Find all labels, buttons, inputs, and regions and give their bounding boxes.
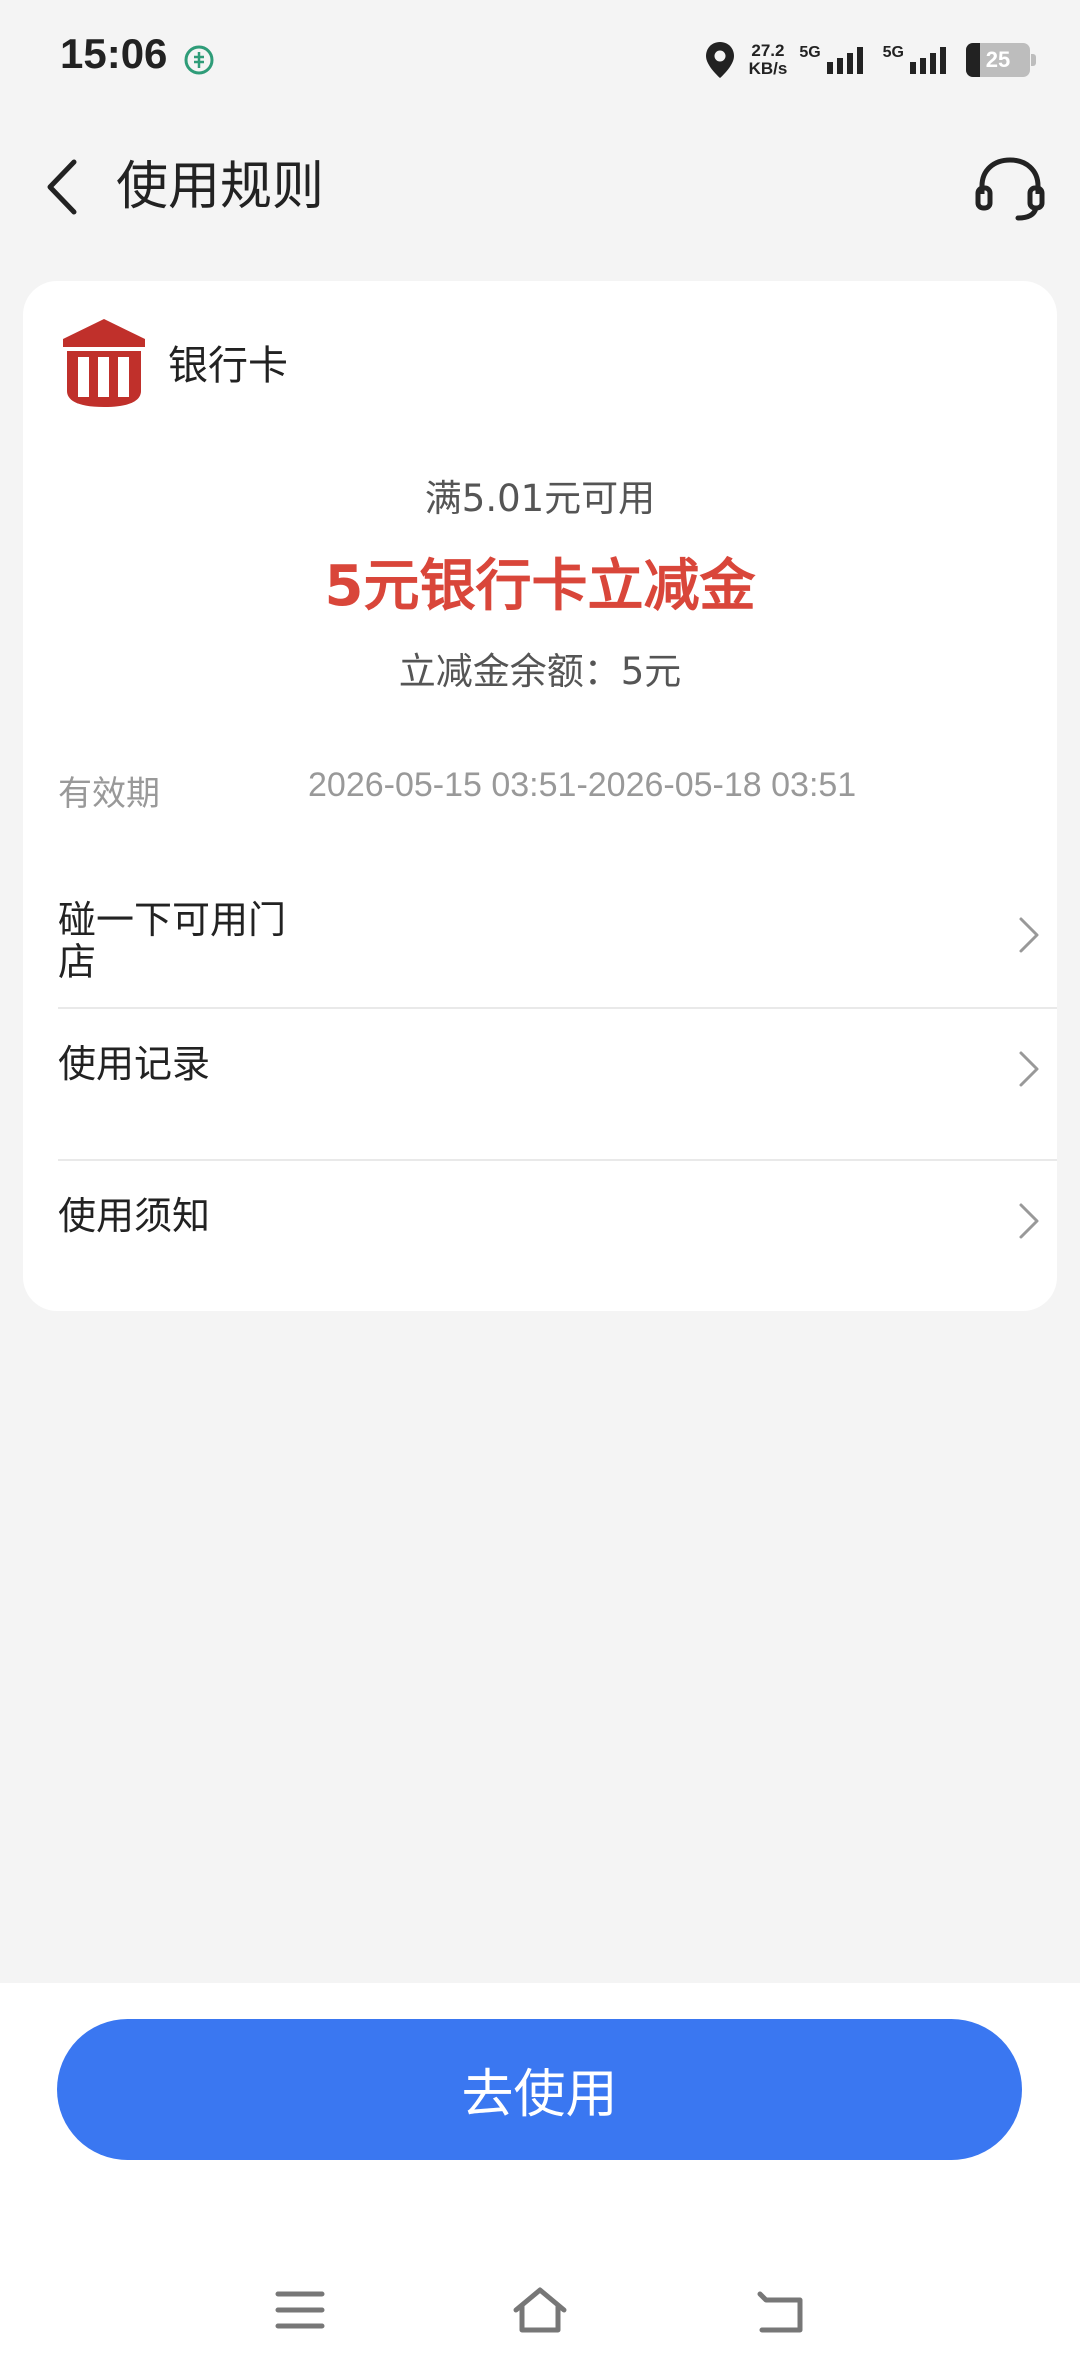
row-usage-notice[interactable]: 使用须知 — [58, 1175, 1057, 1275]
home-icon[interactable] — [510, 2280, 570, 2340]
row-label-line2: 店 — [58, 940, 97, 984]
chevron-right-icon — [1019, 917, 1039, 953]
coupon-title: 5元银行卡立减金 — [324, 554, 756, 619]
header: 使用规则 — [0, 130, 1080, 242]
chevron-right-icon — [1019, 1051, 1039, 1087]
page-title: 使用规则 — [116, 157, 325, 217]
status-bar: 15:06 27.2 KB/s 5G 5G 25 — [0, 0, 1080, 120]
go-use-button[interactable]: 去使用 — [57, 2019, 1022, 2160]
battery-icon: 25 — [966, 43, 1036, 77]
network-speed: 27.2 KB/s — [749, 42, 788, 78]
row-nearby-stores[interactable]: 碰一下可用门 店 — [58, 899, 1057, 999]
location-icon — [705, 42, 734, 78]
sim1-signal: 5G — [799, 44, 870, 76]
divider — [58, 1007, 1057, 1009]
coupon-card: 银行卡 满5.01元可用 5元银行卡立减金 立减金余额：5元 有效期 2026-… — [23, 281, 1057, 1311]
validity-value: 2026-05-15 03:51-2026-05-18 03:51 — [308, 766, 857, 804]
menu-icon[interactable] — [270, 2280, 330, 2340]
signal-icon — [826, 47, 863, 74]
return-icon[interactable] — [750, 2280, 810, 2340]
row-usage-records[interactable]: 使用记录 — [58, 1023, 1057, 1123]
validity-label: 有效期 — [58, 774, 160, 814]
sim2-label: 5G — [882, 44, 904, 61]
sim1-label: 5G — [799, 44, 821, 61]
row-label: 碰一下可用门 店 — [58, 899, 286, 983]
coupon-balance: 立减金余额：5元 — [398, 650, 682, 693]
usage-condition: 满5.01元可用 — [424, 477, 656, 520]
row-label-line1: 碰一下可用门 — [58, 898, 287, 942]
speed-value: 27.2 — [751, 41, 785, 60]
bank-name: 银行卡 — [168, 343, 288, 389]
sim2-signal: 5G — [883, 44, 954, 76]
row-label: 使用须知 — [58, 1194, 211, 1238]
back-icon[interactable] — [30, 152, 100, 222]
app-notification-icon — [184, 45, 214, 75]
divider — [58, 1159, 1057, 1161]
status-time: 15:06 — [60, 30, 168, 77]
signal-icon — [910, 47, 946, 74]
speed-unit: KB/s — [748, 59, 788, 78]
battery-level: 25 — [985, 47, 1011, 72]
bank-building-icon — [63, 319, 145, 407]
headset-icon[interactable] — [970, 148, 1050, 228]
status-indicators: 27.2 KB/s 5G 5G 25 — [703, 36, 1036, 84]
row-label: 使用记录 — [58, 1042, 211, 1086]
chevron-right-icon — [1019, 1203, 1039, 1239]
